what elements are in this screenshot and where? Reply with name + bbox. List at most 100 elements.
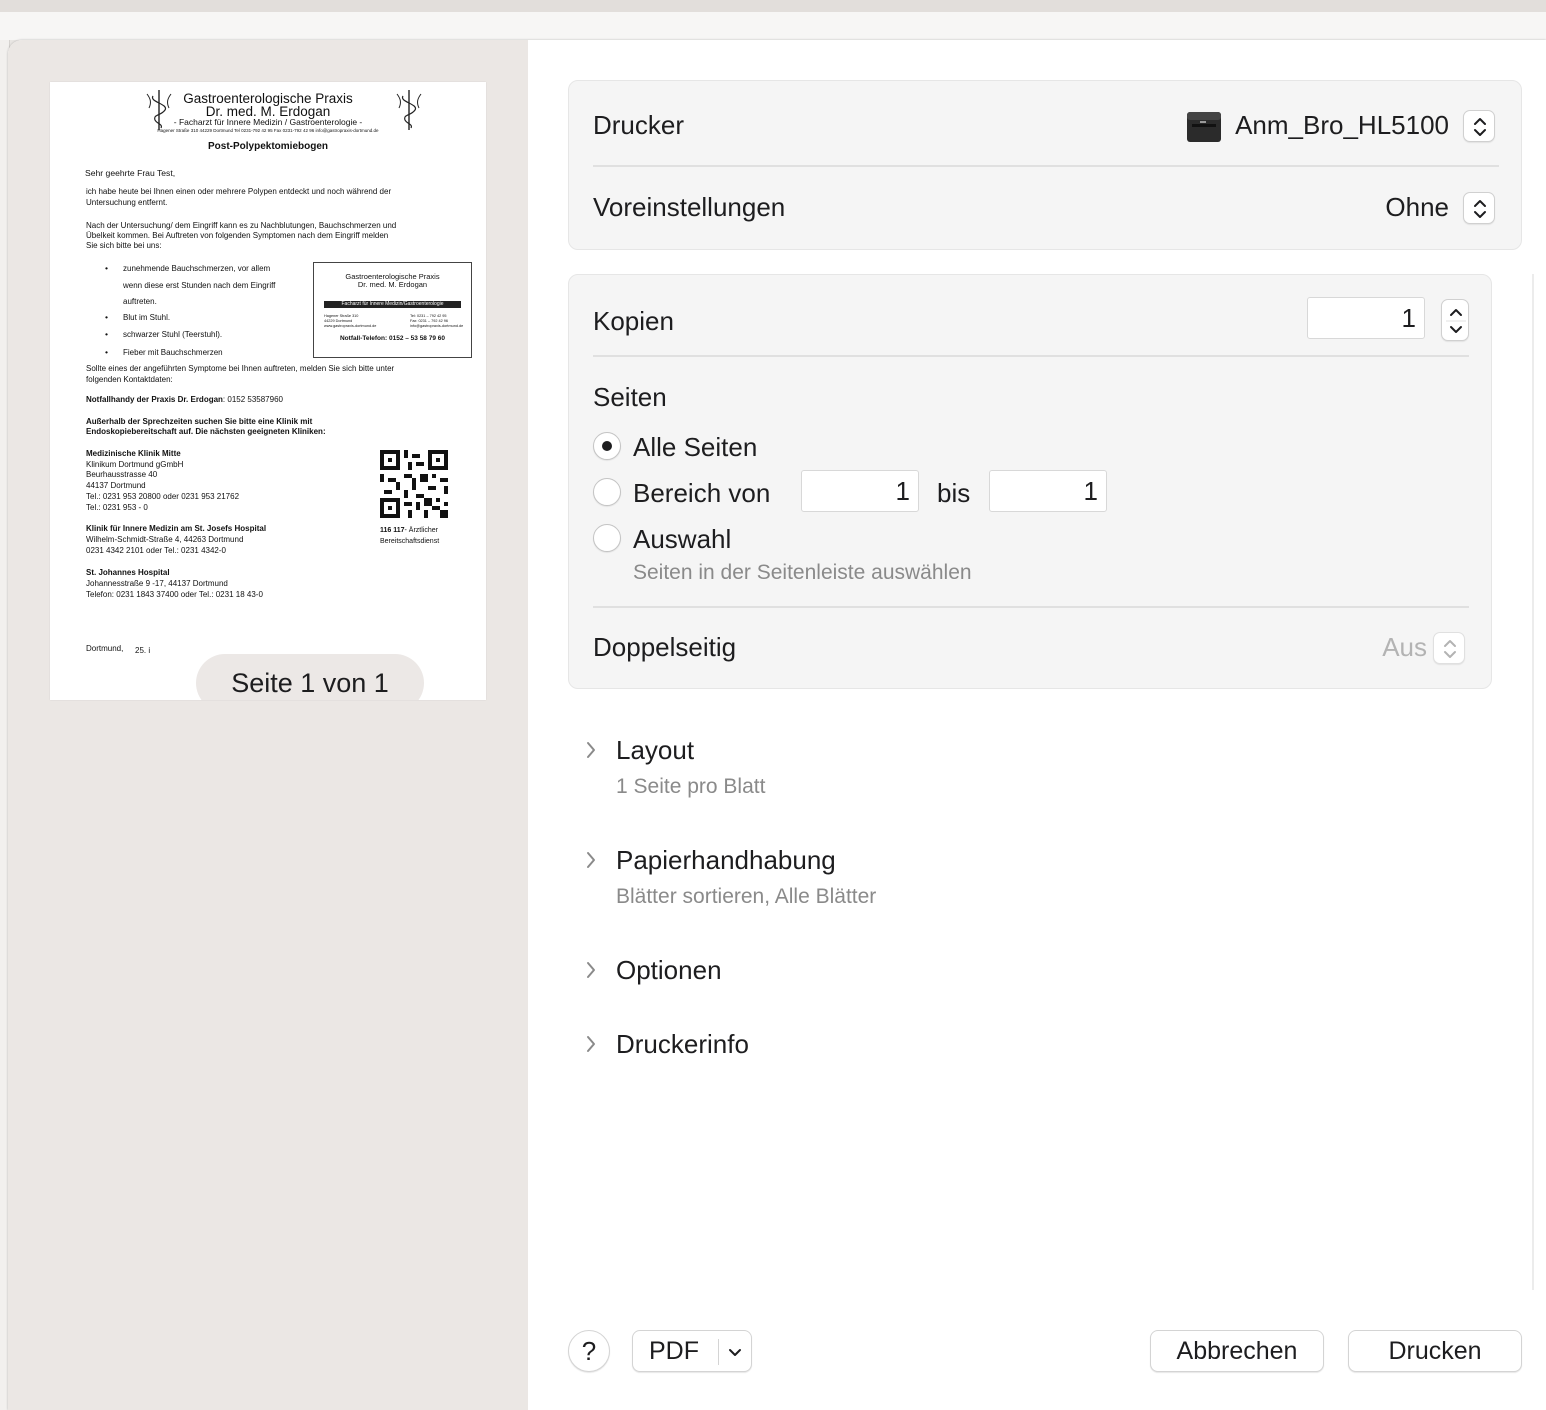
doc-bullet-line: wenn diese erst Stunden nach dem Eingrif… — [123, 281, 276, 290]
doc-paragraph-line: Untersuchung entfernt. — [86, 198, 168, 207]
doc-clinic-line: Klinikum Dortmund gGmbH — [86, 460, 184, 469]
radio-all-pages[interactable] — [593, 432, 621, 460]
doc-title: Post-Polypektomiebogen — [207, 141, 328, 152]
chevron-up-down-icon — [1474, 118, 1486, 136]
pdf-label: PDF — [649, 1337, 699, 1365]
doc-clinic-line: Tel.: 0231 953 20800 oder 0231 953 21762 — [86, 492, 240, 501]
doc-paragraph-line: Übelkeit kommen. Bei Auftreten von folge… — [86, 231, 389, 240]
chevron-right-icon — [587, 962, 595, 978]
duplex-popup-chevrons[interactable] — [1433, 632, 1465, 664]
doc-paragraph-line: folgenden Kontaktdaten: — [86, 375, 173, 384]
pdf-menu-button[interactable]: PDF — [632, 1330, 752, 1372]
doc-header-address: Hagener Straße 310 44229 Dortmund Tel 02… — [157, 128, 379, 133]
doc-clinic-line: Johannesstraße 9 -17, 44137 Dortmund — [86, 579, 228, 588]
scrollbar[interactable] — [1532, 274, 1534, 1290]
doc-clinic-line: 0231 4342 2101 oder Tel.: 0231 4342-0 — [86, 546, 226, 555]
copies-stepper[interactable] — [1441, 299, 1469, 341]
doc-after-hours-line: Endoskopiebereitschaft auf. Die nächsten… — [86, 427, 326, 436]
chevron-down-icon[interactable] — [727, 1344, 743, 1360]
card-band-text: Facharzt für Innere Medizin/Gastroentero… — [341, 301, 444, 307]
copies-label: Kopien — [593, 306, 674, 336]
doc-service-number: 116 117 — [380, 527, 405, 534]
copies-input[interactable]: 1 — [1307, 297, 1425, 339]
chevron-up-down-icon — [1444, 640, 1456, 658]
doc-greeting: Sehr geehrte Frau Test, — [85, 168, 176, 178]
doc-after-hours-line: Außerhalb der Sprechzeiten suchen Sie bi… — [86, 417, 313, 426]
doc-header-specialty: - Facharzt für Innere Medizin / Gastroen… — [173, 117, 363, 127]
printer-group: Drucker Anm_Bro_HL5100 Voreinstellungen … — [568, 80, 1522, 250]
doc-bullet-line: Blut im Stuhl. — [123, 313, 171, 322]
range-label[interactable]: Bereich von — [633, 478, 770, 509]
divider — [593, 606, 1469, 608]
settings-pane: Drucker Anm_Bro_HL5100 Voreinstellungen … — [528, 40, 1546, 1410]
range-to-input[interactable]: 1 — [989, 470, 1107, 512]
help-button[interactable]: ? — [568, 1330, 610, 1372]
doc-paragraph-line: ich habe heute bei Ihnen einen oder mehr… — [86, 187, 392, 196]
doc-clinic-name: Klinik für Innere Medizin am St. Josefs … — [86, 524, 267, 533]
presets-popup-chevrons[interactable] — [1463, 192, 1495, 224]
printer-select[interactable]: Anm_Bro_HL5100 — [1169, 110, 1449, 141]
doc-bullet-line: zunehmende Bauchschmerzen, vor allem — [123, 264, 271, 273]
all-pages-label[interactable]: Alle Seiten — [633, 432, 757, 463]
doc-service-label-line: Bereitschaftsdienst — [380, 538, 440, 545]
presets-select[interactable]: Ohne — [1269, 192, 1449, 223]
radio-selection[interactable] — [593, 524, 621, 552]
doc-service-line: 116 117- Ärztlicher — [380, 526, 438, 537]
doc-service-label: - Ärztlicher — [404, 527, 438, 534]
doc-bullet-line: schwarzer Stuhl (Teerstuhl). — [123, 330, 223, 339]
doc-clinic-name: St. Johannes Hospital — [86, 568, 170, 577]
section-title[interactable]: Optionen — [616, 955, 722, 986]
preview-pane: Gastroenterologische Praxis Dr. med. M. … — [8, 40, 528, 1410]
doc-clinic-line: Wilhelm-Schmidt-Straße 4, 44263 Dortmund — [86, 535, 244, 544]
printer-popup-chevrons[interactable] — [1463, 110, 1495, 142]
stepper-arrows-icon — [1446, 309, 1466, 333]
section-subtitle: 1 Seite pro Blatt — [616, 775, 766, 798]
doc-footer-place: Dortmund, — [86, 644, 124, 653]
preview-page: Gastroenterologische Praxis Dr. med. M. … — [50, 82, 486, 700]
cancel-button[interactable]: Abbrechen — [1150, 1330, 1324, 1372]
card-address-line: Hagener Straße 310 — [324, 314, 359, 318]
doc-clinic-line: Tel.: 0231 953 - 0 — [86, 503, 148, 512]
bullet-dot: • — [105, 329, 109, 339]
card-contact-line: Fax: 0231 – 792 42 96 — [410, 319, 448, 323]
doc-clinic-line: Telefon: 0231 1843 37400 oder Tel.: 0231… — [86, 590, 263, 599]
printer-label: Drucker — [593, 110, 685, 140]
pages-label: Seiten — [593, 382, 667, 412]
qr-code-icon — [380, 450, 448, 518]
window-title-strip — [0, 0, 1546, 12]
page-indicator: Seite 1 von 1 — [196, 654, 424, 700]
duplex-label: Doppelseitig — [593, 632, 737, 662]
selection-hint: Seiten in der Seitenleiste auswählen — [633, 561, 972, 584]
section-title[interactable]: Papierhandhabung — [616, 845, 836, 876]
card-address-line: www.gastropraxis-dortmund.de — [324, 324, 377, 328]
window-toolbar-strip — [0, 12, 1546, 40]
pdf-separator — [718, 1339, 719, 1365]
print-button[interactable]: Drucken — [1348, 1330, 1522, 1372]
doc-paragraph-line: Sie sich bitte bei uns: — [86, 241, 162, 250]
selection-label[interactable]: Auswahl — [633, 524, 731, 555]
doc-emergency-number: : 0152 53587960 — [222, 395, 283, 404]
card-band: Facharzt für Innere Medizin/Gastroentero… — [324, 301, 461, 308]
card-address-line: 44229 Dortmund — [324, 319, 353, 323]
section-title[interactable]: Layout — [616, 735, 694, 766]
doc-paragraph-line: Nach der Untersuchung/ dem Eingriff kann… — [86, 221, 397, 230]
section-subtitle: Blätter sortieren, Alle Blätter — [616, 885, 877, 908]
doc-paragraph-line: Sollte eines der angeführten Symptome be… — [86, 364, 395, 373]
duplex-select[interactable]: Aus — [1269, 632, 1427, 663]
copies-pages-group: Kopien 1 Seiten Alle Seiten Bereich von … — [568, 274, 1492, 689]
doc-clinic-line: 44137 Dortmund — [86, 481, 146, 490]
radio-page-range[interactable] — [593, 478, 621, 506]
card-doctor: Dr. med. M. Erdogan — [357, 280, 428, 289]
presets-label: Voreinstellungen — [593, 192, 786, 222]
doc-clinic-line: Beurhausstrasse 40 — [86, 470, 158, 479]
doc-footer-date: 25. i — [135, 646, 151, 655]
bullet-dot: • — [105, 347, 109, 357]
chevron-up-down-icon — [1474, 200, 1486, 218]
section-title[interactable]: Druckerinfo — [616, 1029, 749, 1060]
divider — [593, 355, 1469, 357]
card-contact-line: info@gastropraxis-dortmund.de — [410, 324, 464, 328]
doc-bullet-line: Fieber mit Bauchschmerzen — [123, 348, 223, 357]
print-dialog: Gastroenterologische Praxis Dr. med. M. … — [8, 40, 1546, 1410]
range-from-input[interactable]: 1 — [801, 470, 919, 512]
doc-emergency-line: Notfallhandy der Praxis Dr. Erdogan: 015… — [86, 395, 283, 406]
